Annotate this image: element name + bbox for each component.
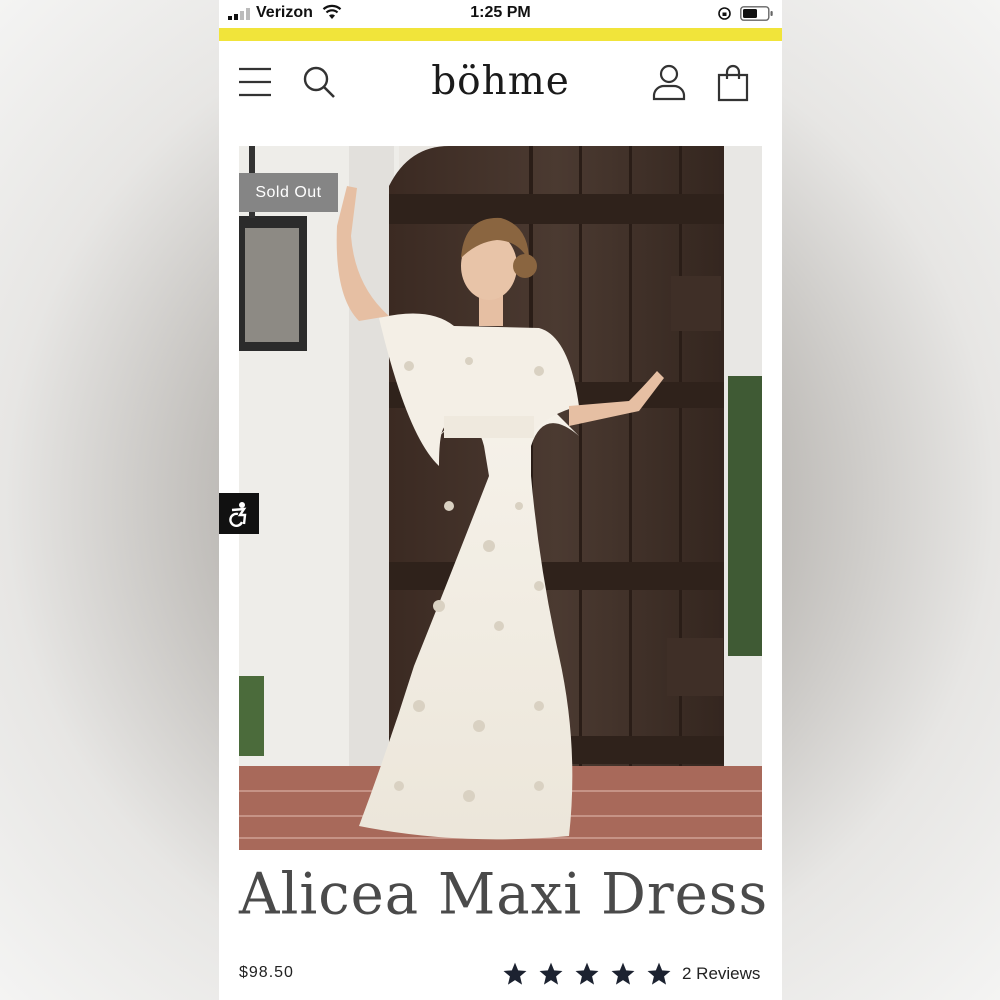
clock: 1:25 PM: [470, 4, 531, 21]
star-icon: [575, 962, 599, 985]
star-icon: [503, 962, 527, 985]
product-title: Alicea Maxi Dress: [239, 861, 769, 928]
phone-screen: Verizon 1:25 PM böhme Sold Out Alicea Ma…: [219, 0, 782, 1000]
battery-icon: [740, 6, 773, 21]
brand-logo[interactable]: böhme: [219, 59, 782, 104]
account-icon[interactable]: [651, 63, 687, 103]
accessibility-button[interactable]: [219, 493, 259, 534]
cart-icon[interactable]: [716, 63, 750, 103]
product-price: $98.50: [239, 964, 294, 981]
product-rating[interactable]: 2 Reviews: [502, 961, 760, 987]
status-bar: Verizon 1:25 PM: [219, 0, 782, 28]
accessibility-icon: [229, 501, 247, 527]
product-image[interactable]: [239, 146, 762, 850]
promo-banner[interactable]: [219, 28, 782, 41]
product-photo-illustration: [239, 146, 762, 850]
star-icon: [647, 962, 671, 985]
sold-out-badge: Sold Out: [239, 173, 338, 212]
reviews-link[interactable]: 2 Reviews: [682, 964, 760, 984]
star-icon: [539, 962, 563, 985]
site-header: böhme: [219, 41, 782, 131]
star-icon: [611, 962, 635, 985]
rotation-lock-icon: [718, 7, 731, 20]
